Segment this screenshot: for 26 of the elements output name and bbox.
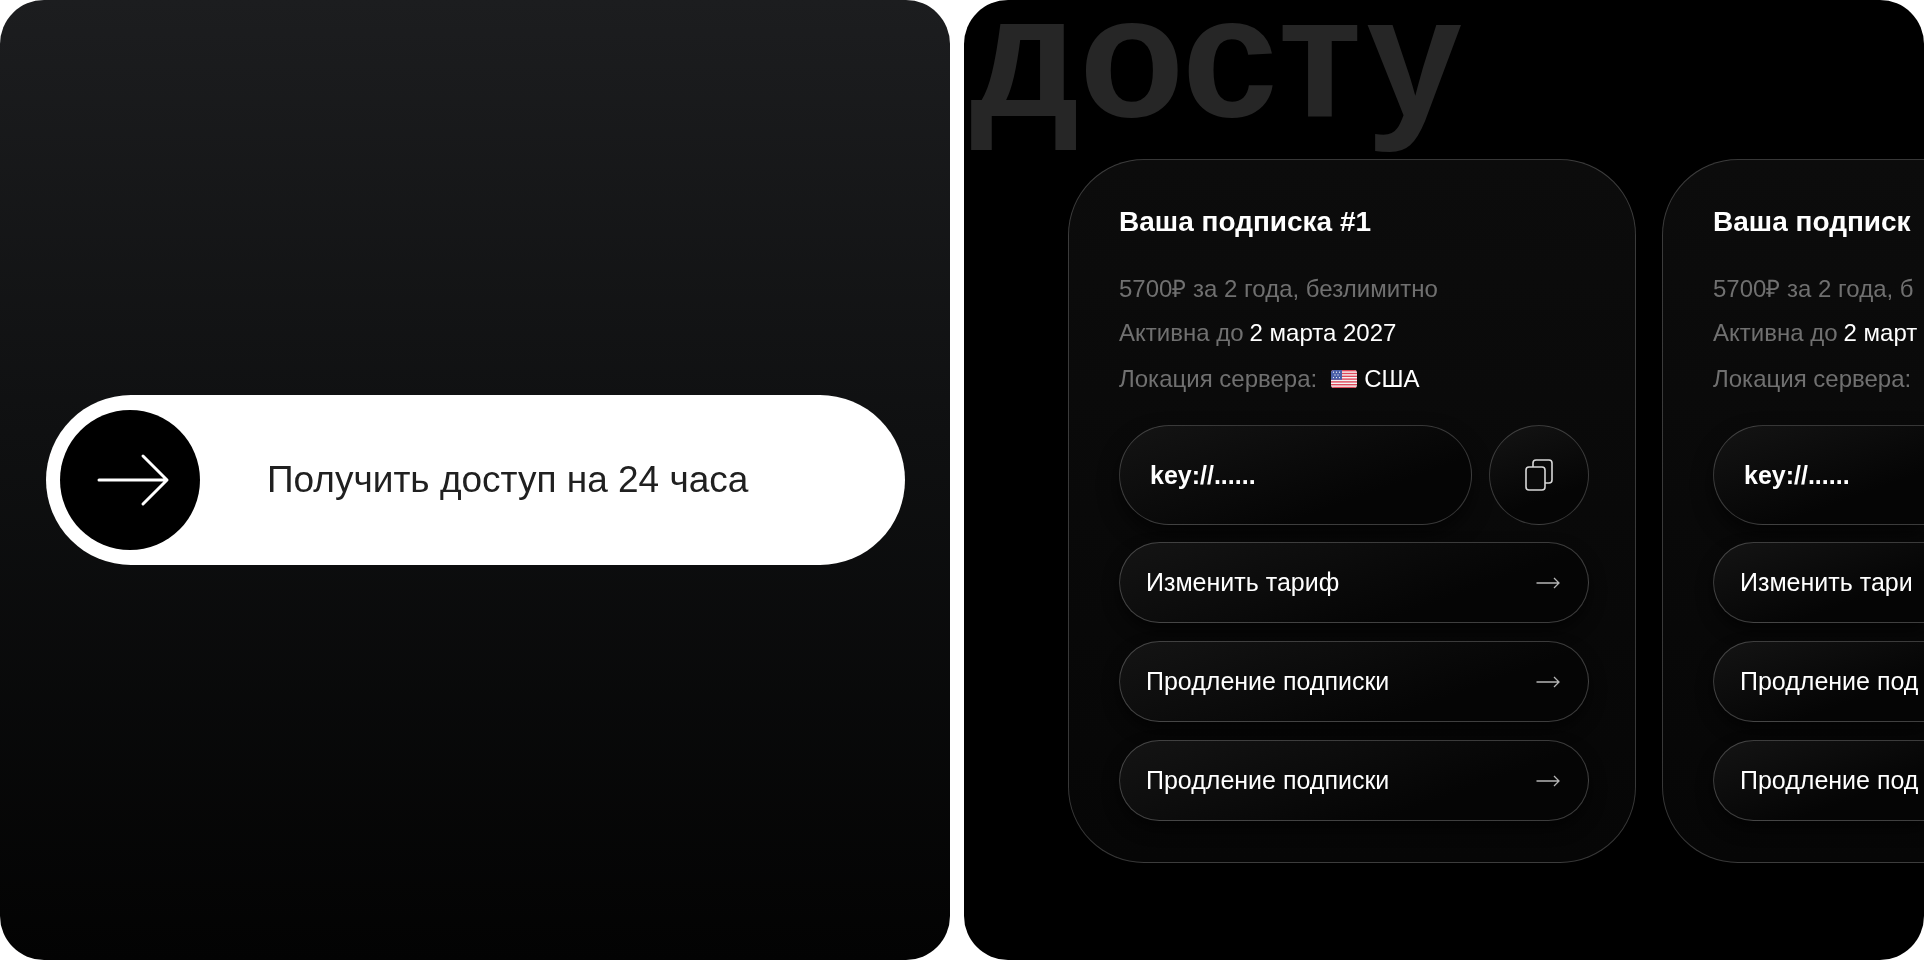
us-flag-icon: [1331, 370, 1358, 388]
expiry-date: 2 март: [1843, 319, 1918, 347]
arrow-right-icon: [60, 410, 200, 550]
menu-button[interactable]: Продление подписки: [1119, 740, 1589, 821]
location-value: США: [1364, 365, 1420, 393]
expiry-date: 2 марта 2027: [1249, 319, 1397, 347]
key-field[interactable]: key://......: [1119, 425, 1472, 525]
arrow-right-icon: [1536, 774, 1560, 787]
location-label: Локация сервера:: [1713, 365, 1912, 393]
get-access-button[interactable]: Получить доступ на 24 часа: [46, 395, 905, 565]
key-field[interactable]: key://......: [1713, 425, 1924, 525]
menu-button[interactable]: Продление под: [1713, 740, 1924, 821]
menu-button[interactable]: Изменить тариф: [1119, 542, 1589, 623]
menu-button[interactable]: Продление подписки: [1119, 641, 1589, 722]
menu-button[interactable]: Изменить тари: [1713, 542, 1924, 623]
location-label: Локация сервера:: [1119, 365, 1318, 393]
plan-text: 5700₽ за 2 года, безлимитно: [1119, 273, 1438, 304]
arrow-right-icon: [1536, 576, 1560, 589]
status-label: Активна до: [1713, 319, 1838, 347]
plan-text: 5700₽ за 2 года, б: [1713, 273, 1914, 304]
menu-button[interactable]: Продление под: [1713, 641, 1924, 722]
card-title: Ваша подписка #1: [1119, 205, 1373, 239]
status-label: Активна до: [1119, 319, 1244, 347]
card-title: Ваша подписк: [1713, 205, 1912, 239]
arrow-right-icon: [1536, 675, 1560, 688]
copy-icon: [1525, 459, 1553, 491]
